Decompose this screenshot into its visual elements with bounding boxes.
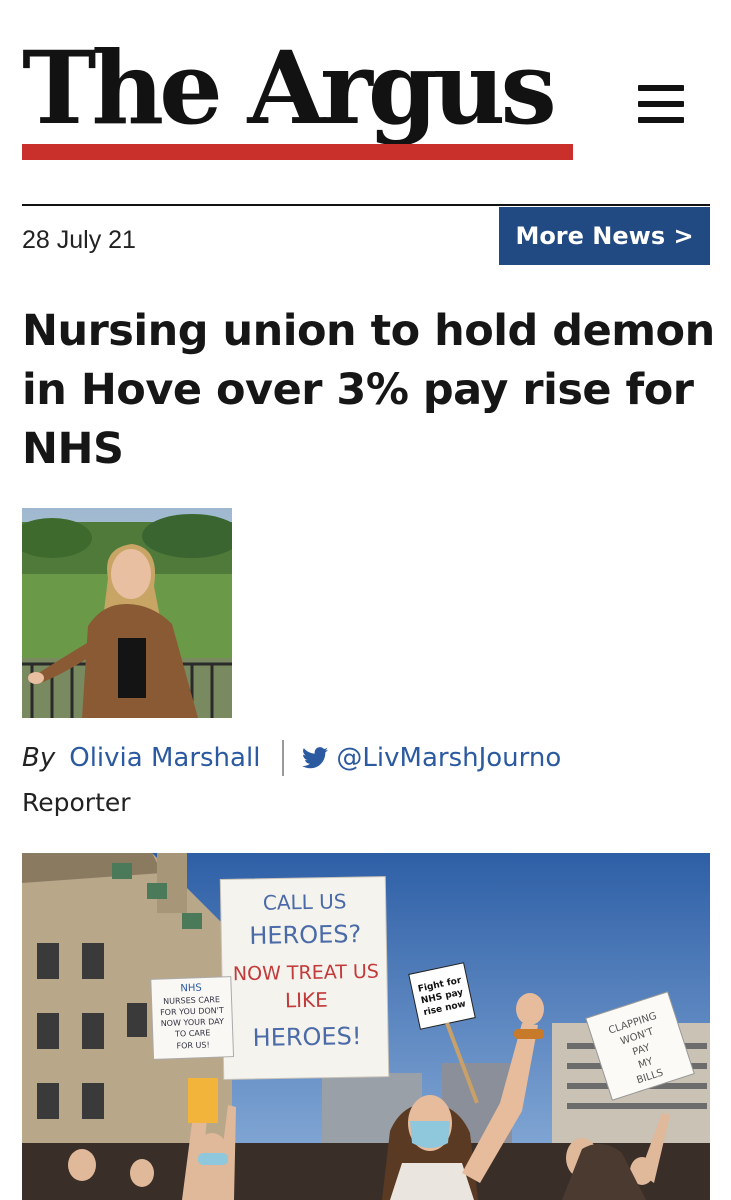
byline: By Olivia Marshall @LivMarshJourno [22, 738, 561, 778]
sign-main-line: HEROES! [252, 1022, 361, 1052]
divider [22, 204, 710, 206]
article-hero-photo: CALL US HEROES? NOW TREAT US LIKE HEROES… [22, 853, 710, 1200]
by-label: By [22, 743, 56, 773]
sign-left-line: FOR US! [176, 1040, 209, 1050]
hamburger-menu-icon[interactable] [638, 85, 684, 125]
site-logo[interactable]: The Argus [22, 38, 557, 138]
author-name-link[interactable]: Olivia Marshall [69, 743, 260, 773]
sign-left-line: NHS [180, 983, 202, 995]
sign-main-line: HEROES? [249, 920, 361, 950]
author-role: Reporter [22, 788, 131, 817]
article-headline: Nursing union to hold demon in Hove over… [22, 306, 715, 474]
byline-separator [282, 740, 285, 776]
sign-main-line: LIKE [285, 988, 328, 1013]
more-news-button[interactable]: More News > [499, 207, 710, 265]
twitter-handle-link[interactable]: @LivMarshJourno [336, 743, 561, 773]
sign-main-line: NOW TREAT US [233, 961, 379, 986]
publish-date: 28 July 21 [22, 226, 136, 254]
sign-main-line: CALL US [263, 889, 347, 914]
site-header: The Argus [0, 0, 731, 200]
logo-underline [22, 144, 573, 160]
twitter-icon[interactable] [302, 747, 329, 769]
sign-left-line: TO CARE [174, 1028, 211, 1038]
author-photo [22, 508, 232, 718]
